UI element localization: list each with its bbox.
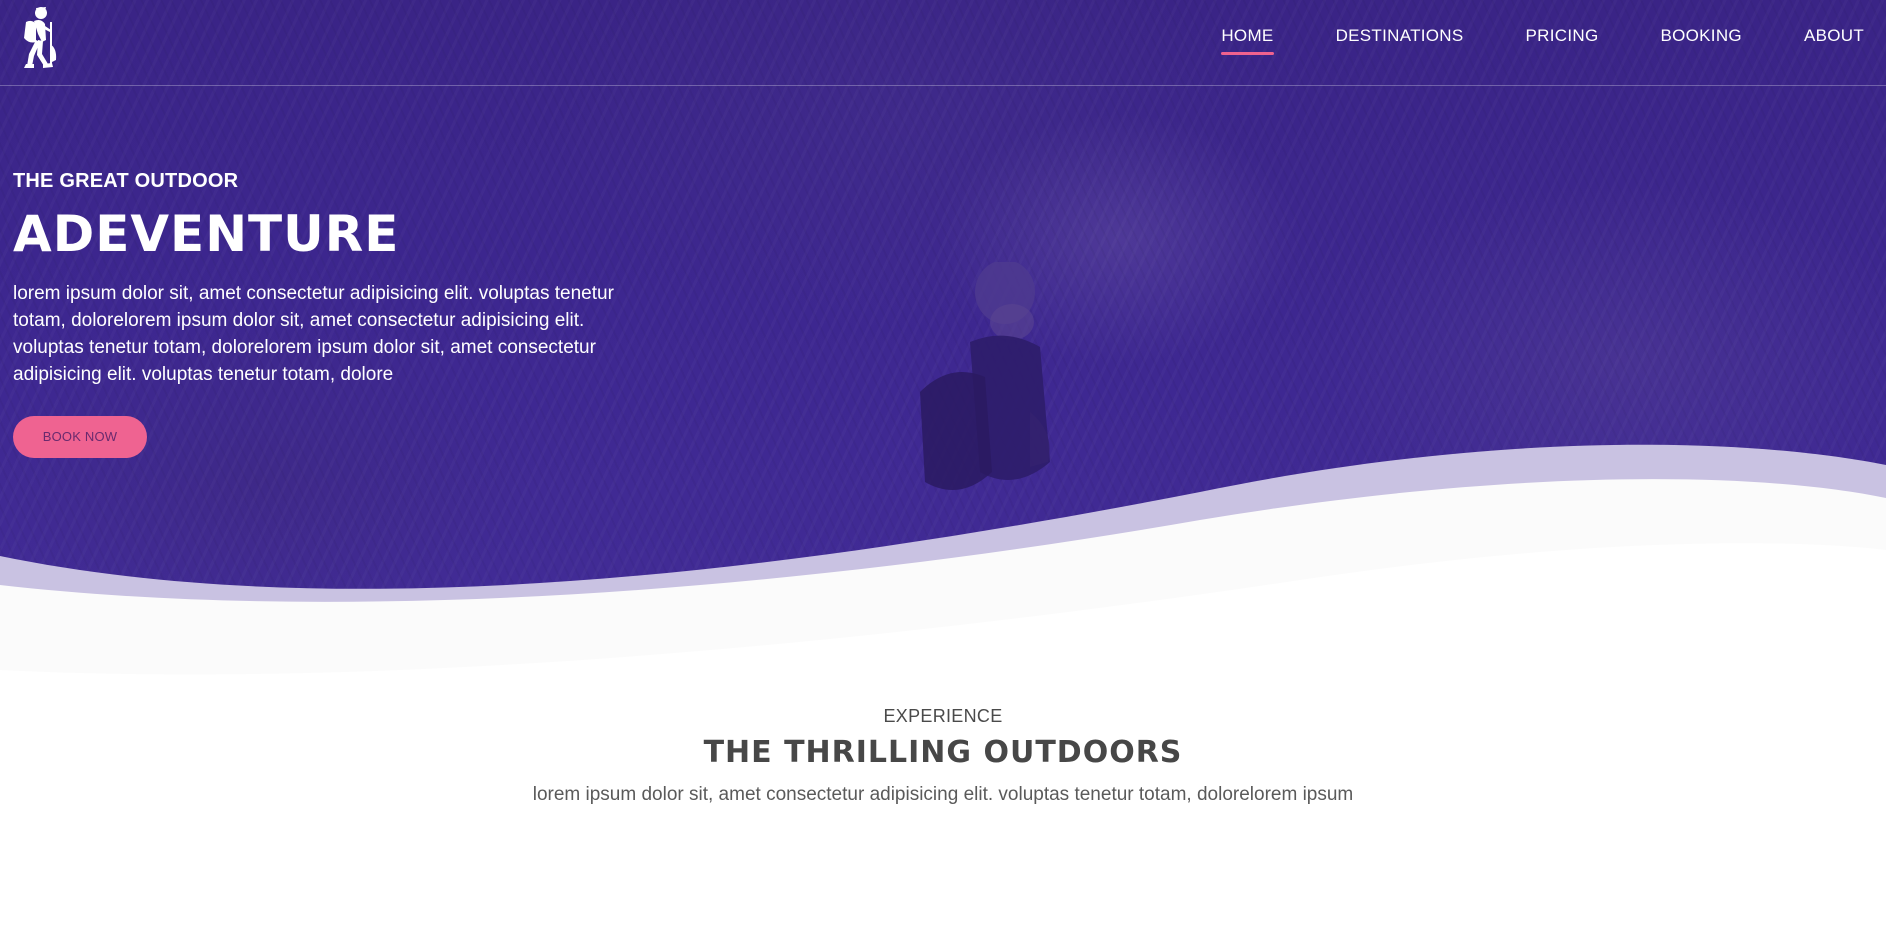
top-navbar: HOME DESTINATIONS PRICING BOOKING ABOUT: [0, 0, 1886, 86]
experience-section: EXPERIENCE THE THRILLING OUTDOORS lorem …: [0, 706, 1886, 806]
landing-page: HOME DESTINATIONS PRICING BOOKING ABOUT …: [0, 0, 1886, 935]
nav-item-booking[interactable]: BOOKING: [1660, 26, 1741, 54]
hero-content: THE GREAT OUTDOOR ADEVENTURE lorem ipsum…: [13, 170, 633, 458]
hero-section: HOME DESTINATIONS PRICING BOOKING ABOUT …: [0, 0, 1886, 700]
nav-item-destinations[interactable]: DESTINATIONS: [1336, 26, 1464, 54]
nav-item-pricing[interactable]: PRICING: [1526, 26, 1599, 54]
nav-item-home[interactable]: HOME: [1221, 26, 1274, 55]
hero-eyebrow: THE GREAT OUTDOOR: [13, 170, 239, 192]
hero-description: lorem ipsum dolor sit, amet consectetur …: [13, 283, 614, 385]
hero-title: ADEVENTURE: [13, 205, 400, 263]
book-now-button[interactable]: BOOK NOW: [13, 416, 147, 458]
experience-eyebrow: EXPERIENCE: [883, 706, 1003, 726]
nav-menu: HOME DESTINATIONS PRICING BOOKING ABOUT: [1221, 26, 1864, 55]
experience-title: THE THRILLING OUTDOORS: [703, 735, 1183, 770]
experience-description: lorem ipsum dolor sit, amet consectetur …: [532, 784, 1354, 805]
hiker-icon[interactable]: [12, 4, 60, 70]
nav-item-about[interactable]: ABOUT: [1804, 26, 1864, 54]
hero-wave-divider: [0, 444, 1886, 700]
